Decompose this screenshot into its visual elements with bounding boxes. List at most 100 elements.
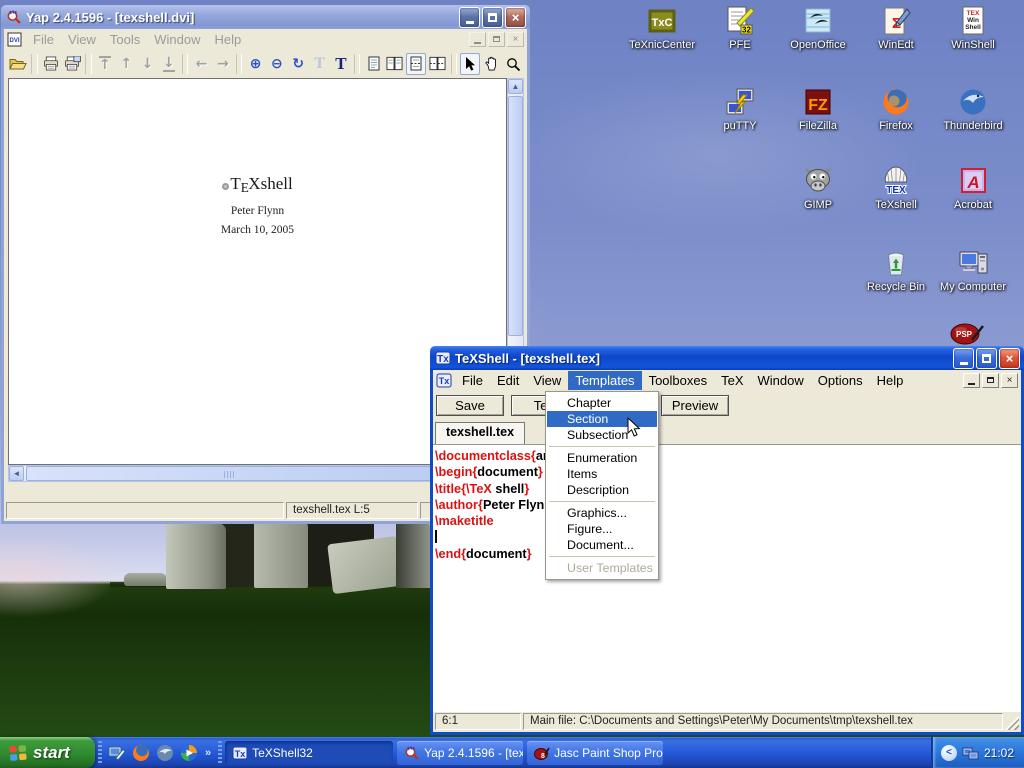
tray-collapse-button[interactable]: < — [941, 745, 957, 761]
prev-page-button[interactable]: ↑ — [116, 53, 136, 75]
desktop-icon-filezilla[interactable]: FZFileZilla — [780, 86, 856, 132]
zoom-in-button[interactable]: ⊕ — [245, 53, 265, 75]
view-facing-button[interactable] — [385, 53, 405, 75]
desktop-icon-winedt[interactable]: ΣWinEdt — [858, 5, 934, 51]
texshell-menu-toolboxes[interactable]: Toolboxes — [642, 371, 715, 390]
texshell-mdi-minimize-button[interactable] — [963, 373, 980, 388]
taskbar-button-jasc-paint-shop-pro[interactable]: 8Jasc Paint Shop Pro — [527, 741, 663, 765]
texshell-menu-templates[interactable]: Templates — [568, 371, 641, 390]
yap-close-button[interactable]: × — [505, 7, 526, 28]
desktop-icon-texshell[interactable]: TEXTeXshell — [858, 165, 934, 211]
desktop-icon-openoffice[interactable]: OpenOffice — [780, 5, 856, 51]
view-continuous-button[interactable] — [406, 53, 426, 75]
text-metrics-button[interactable]: T — [309, 53, 329, 75]
back-button[interactable]: ← — [191, 53, 211, 75]
desktop-icon-gimp[interactable]: GIMP — [780, 165, 856, 211]
menu-item-document[interactable]: Document... — [547, 537, 657, 553]
desktop-icon-recycle-bin[interactable]: Recycle Bin — [858, 247, 934, 293]
clock[interactable]: 21:02 — [984, 746, 1014, 760]
menu-item-description[interactable]: Description — [547, 482, 657, 498]
open-folder-button[interactable] — [8, 53, 28, 75]
start-button[interactable]: start — [0, 737, 95, 768]
yap-titlebar[interactable]: Yap 2.4.1596 - [texshell.dvi] × — [1, 5, 530, 29]
desktop-icon-my-computer[interactable]: My Computer — [935, 247, 1011, 293]
zoom-out-button[interactable]: ⊖ — [267, 53, 287, 75]
menu-item-figure[interactable]: Figure... — [547, 521, 657, 537]
yap-mdi-minimize-button[interactable] — [469, 32, 486, 47]
yap-mdi-restore-button[interactable] — [488, 32, 505, 47]
next-page-button[interactable]: ↓ — [137, 53, 157, 75]
taskbar-button-label: Yap 2.4.1596 - [texs... — [424, 746, 523, 760]
texshell-menu-window[interactable]: Window — [751, 371, 811, 390]
svg-text:8: 8 — [541, 753, 545, 760]
scroll-left-button[interactable]: ◄ — [9, 466, 24, 481]
yap-mdi-close-button[interactable]: × — [507, 32, 524, 47]
scroll-up-button[interactable]: ▲ — [508, 79, 523, 94]
menu-item-graphics[interactable]: Graphics... — [547, 505, 657, 521]
yap-menu-window[interactable]: Window — [147, 30, 207, 49]
texshell-mdi-close-button[interactable]: × — [1001, 373, 1018, 388]
print-button[interactable] — [41, 53, 61, 75]
svg-text:A: A — [966, 173, 979, 192]
taskbar-button-yap-2-4-1596-texs[interactable]: Yap 2.4.1596 - [texs... — [397, 741, 523, 765]
texshell-mdi-restore-button[interactable] — [982, 373, 999, 388]
texshell-close-button[interactable]: × — [999, 348, 1020, 369]
view-continuous-facing-button[interactable] — [427, 53, 447, 75]
texshell-minimize-button[interactable] — [953, 348, 974, 369]
texshell-menu-tex[interactable]: TeX — [714, 371, 750, 390]
yap-menu-view[interactable]: View — [61, 30, 103, 49]
desktop-icon-texniccenter[interactable]: TxCTeXnicCenter — [624, 5, 700, 51]
preview-button[interactable]: Preview — [661, 395, 729, 416]
texshell-menu-edit[interactable]: Edit — [490, 371, 526, 390]
first-page-button[interactable]: ↑ — [95, 53, 115, 75]
text-render-button[interactable]: T — [331, 53, 351, 75]
quicklaunch-firefox-q[interactable] — [129, 741, 153, 765]
quicklaunch-show-desktop[interactable] — [105, 741, 129, 765]
menu-item-items[interactable]: Items — [547, 466, 657, 482]
forward-button[interactable]: → — [213, 53, 233, 75]
quick-launch-handle[interactable] — [98, 741, 102, 765]
texshell-editor[interactable]: \documentclass{article}\begin{document}\… — [433, 445, 1021, 712]
network-tray-icon[interactable] — [962, 745, 979, 761]
resize-grip[interactable] — [1005, 716, 1019, 730]
desktop-icon-psp[interactable]: PSP — [946, 320, 988, 346]
yap-maximize-button[interactable] — [482, 7, 503, 28]
tab-texshell-tex[interactable]: texshell.tex — [435, 422, 525, 444]
taskband-handle[interactable] — [218, 741, 222, 765]
print-range-button[interactable] — [62, 53, 82, 75]
desktop-icon-firefox[interactable]: Firefox — [858, 86, 934, 132]
horizontal-scroll-thumb[interactable] — [26, 466, 434, 481]
yap-minimize-button[interactable] — [459, 7, 480, 28]
save-button[interactable]: Save — [436, 395, 504, 416]
refresh-button[interactable]: ↻ — [288, 53, 308, 75]
texshell-titlebar[interactable]: Tx TeXShell - [texshell.tex] × — [430, 346, 1024, 370]
vertical-scroll-thumb[interactable] — [508, 96, 523, 336]
yap-menu-help[interactable]: Help — [208, 30, 249, 49]
yap-menu-file[interactable]: File — [26, 30, 61, 49]
zoom-tool-button[interactable] — [503, 53, 523, 75]
quick-launch-overflow-chevron[interactable]: » — [201, 747, 215, 759]
desktop-icon-putty[interactable]: puTTY — [702, 86, 778, 132]
taskbar-button-texshell32[interactable]: TxTeXShell32 — [225, 741, 393, 765]
texshell-menu-help[interactable]: Help — [870, 371, 911, 390]
quicklaunch-media-player[interactable] — [177, 741, 201, 765]
texshell-menu-view[interactable]: View — [526, 371, 568, 390]
select-tool-button[interactable] — [460, 53, 480, 75]
menu-item-chapter[interactable]: Chapter — [547, 395, 657, 411]
last-page-button[interactable]: ↓ — [159, 53, 179, 75]
yap-window-title: Yap 2.4.1596 - [texshell.dvi] — [26, 10, 455, 25]
menu-item-user-templates[interactable]: User Templates — [547, 560, 657, 576]
hand-tool-button[interactable] — [481, 53, 501, 75]
desktop-icon-thunderbird[interactable]: Thunderbird — [935, 86, 1011, 132]
editor-line: \title{\TeX shell} — [435, 481, 1021, 497]
yap-menu-tools[interactable]: Tools — [103, 30, 147, 49]
quicklaunch-thunderbird-q[interactable] — [153, 741, 177, 765]
texshell-menu-file[interactable]: File — [455, 371, 490, 390]
texshell-maximize-button[interactable] — [976, 348, 997, 369]
view-single-button[interactable] — [363, 53, 383, 75]
desktop-icon-pfe[interactable]: 32PFE — [702, 5, 778, 51]
desktop-icon-acrobat[interactable]: AAcrobat — [935, 165, 1011, 211]
texshell-menu-options[interactable]: Options — [811, 371, 870, 390]
menu-item-enumeration[interactable]: Enumeration — [547, 450, 657, 466]
desktop-icon-winshell[interactable]: TEXWinShellWinShell — [935, 5, 1011, 51]
